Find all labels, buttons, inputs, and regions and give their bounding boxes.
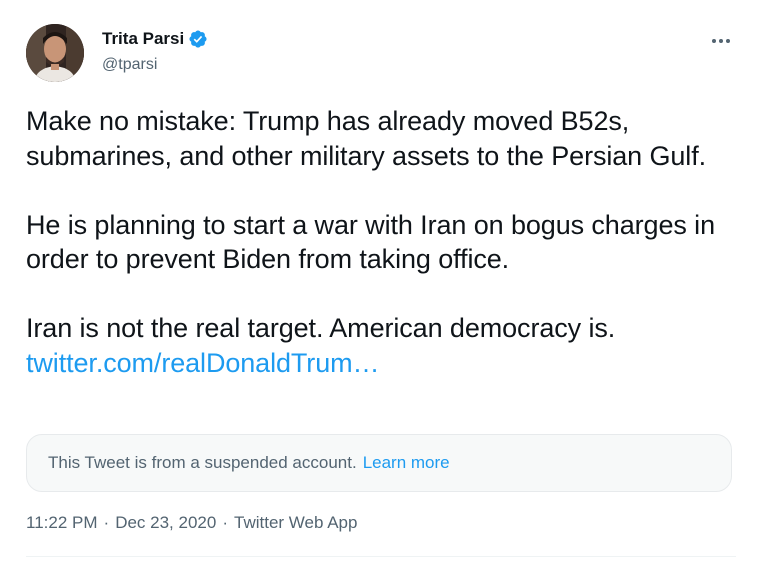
tweet: Trita Parsi @tparsi Make no mistake: Tru…	[0, 0, 759, 563]
tweet-link[interactable]: twitter.com/realDonaldTrum…	[26, 348, 380, 378]
tweet-paragraph: He is planning to start a war with Iran …	[26, 209, 715, 275]
tweet-source[interactable]: Twitter Web App	[234, 513, 357, 533]
meta-separator: ·	[222, 513, 228, 532]
divider	[26, 556, 736, 557]
suspended-account-notice: This Tweet is from a suspended account. …	[26, 434, 732, 492]
user-handle[interactable]: @tparsi	[102, 56, 208, 74]
display-name[interactable]: Trita Parsi	[102, 29, 184, 49]
meta-separator: ·	[103, 513, 110, 532]
tweet-metadata: 11:22 PM · Dec 23, 2020 · Twitter Web Ap…	[26, 513, 357, 533]
verified-badge-icon	[188, 29, 208, 49]
tweet-paragraph: Make no mistake: Trump has already moved…	[26, 106, 707, 171]
tweet-text: Make no mistake: Trump has already moved…	[26, 104, 736, 380]
avatar[interactable]	[26, 24, 84, 82]
tweet-paragraph: Iran is not the real target. American de…	[26, 311, 736, 380]
tweet-time[interactable]: 11:22 PM	[26, 513, 98, 533]
display-name-row: Trita Parsi	[102, 28, 208, 50]
avatar-photo-icon	[26, 24, 84, 82]
tweet-date[interactable]: Dec 23, 2020	[115, 513, 216, 533]
more-options-button[interactable]	[706, 30, 736, 52]
learn-more-link[interactable]: Learn more	[363, 453, 450, 473]
author-header: Trita Parsi @tparsi	[102, 28, 208, 74]
tweet-paragraph-text: Iran is not the real target. American de…	[26, 313, 616, 343]
notice-text: This Tweet is from a suspended account.	[48, 453, 357, 472]
more-horizontal-icon	[712, 39, 730, 43]
